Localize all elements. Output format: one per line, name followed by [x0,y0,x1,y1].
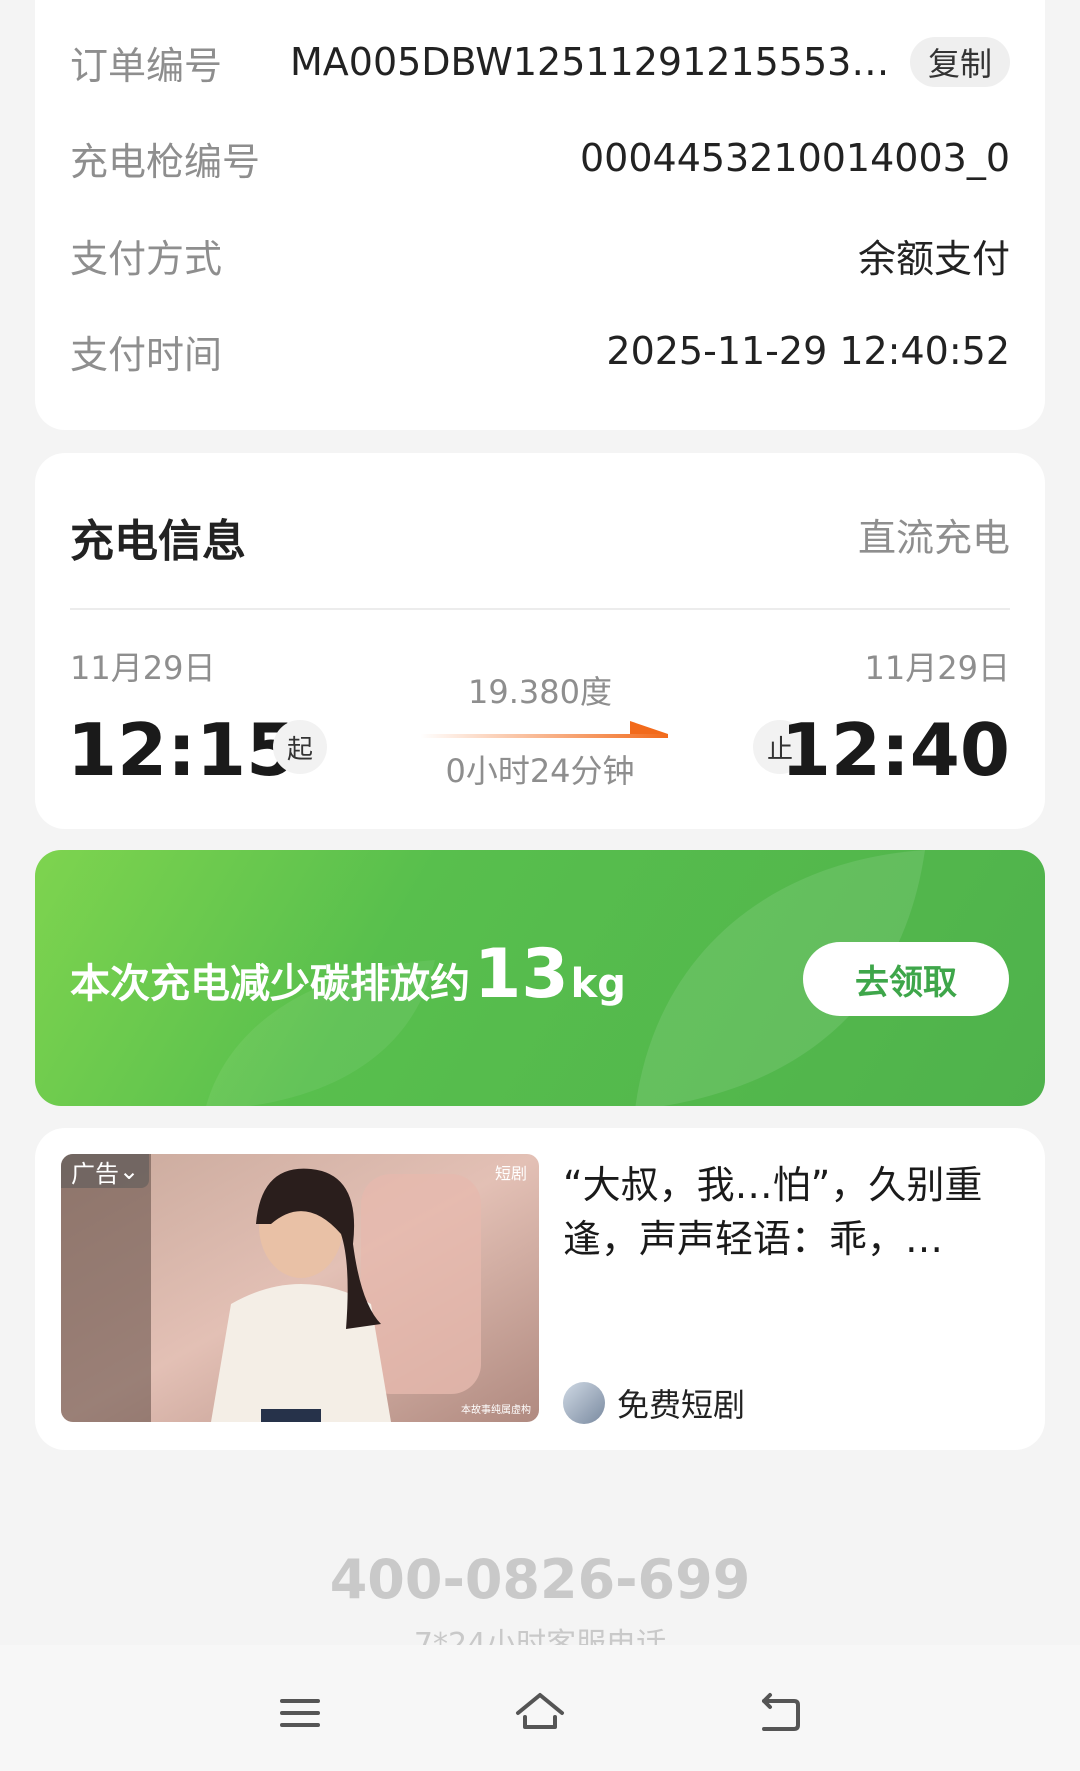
order-number-label: 订单编号 [70,43,223,88]
home-icon[interactable] [510,1683,570,1743]
ad-title[interactable]: “大叔，我…怕”，久别重逢，声声轻语：乖，… [563,1158,1013,1266]
carbon-unit: kg [570,961,626,1007]
end-date: 11月29日 [864,649,1010,687]
chevron-down-icon: ⌄ [119,1157,140,1185]
carbon-reduction-text: 本次充电减少碳排放约 13 kg [70,935,626,1014]
carbon-reduction-banner[interactable]: 本次充电减少碳排放约 13 kg 去领取 [35,850,1045,1106]
order-info-card: 订单编号 MA005DBW1251129121555303… 复制 充电枪编号 … [35,0,1045,430]
system-navigation-bar [0,1645,1080,1771]
hotline-subtitle: 7*24小时客服电话 [413,1627,667,1645]
payment-time-row: 支付时间 2025-11-29 12:40:52 [70,321,1010,381]
avatar [563,1382,605,1424]
claim-button[interactable]: 去领取 [803,942,1009,1016]
order-number-row: 订单编号 MA005DBW1251129121555303… 复制 [70,32,1010,92]
gun-number-value: 0004453210014003_0 [579,136,1010,180]
back-icon[interactable] [750,1683,810,1743]
order-number-value: MA005DBW1251129121555303… [289,40,890,84]
order-detail-page: 订单编号 MA005DBW1251129121555303… 复制 充电枪编号 … [0,0,1080,1771]
divider [70,608,1010,610]
payment-method-row: 支付方式 余额支付 [70,225,1010,285]
ad-label-text: 广告 [71,1159,119,1188]
carbon-text-prefix: 本次充电减少碳排放约 [70,961,470,1007]
payment-method-label: 支付方式 [70,236,223,281]
charge-info-title: 充电信息 [70,516,246,567]
ad-image[interactable]: 广告 ⌄ 短剧 本故事纯属虚构 [61,1154,539,1422]
end-time: 12:40 [780,708,1010,792]
payment-time-value: 2025-11-29 12:40:52 [606,329,1010,373]
ad-source-name: 免费短剧 [617,1386,746,1424]
menu-icon[interactable] [270,1683,330,1743]
arrow-icon [420,721,668,738]
ad-caption: 本故事纯属虚构 [461,1405,531,1416]
copy-button[interactable]: 复制 [909,37,1010,87]
customer-service-hotline[interactable]: 400-0826-699 [0,1548,1080,1611]
charge-info-card: 充电信息 直流充电 11月29日 12:15 起 19.380度 0小时24分钟… [35,453,1045,829]
carbon-amount: 13 [474,935,569,1014]
payment-method-value: 余额支付 [857,236,1010,281]
order-number-group: MA005DBW1251129121555303… 复制 [290,37,1010,87]
gun-number-row: 充电枪编号 0004453210014003_0 [70,128,1010,188]
ad-source[interactable]: 免费短剧 [563,1380,745,1426]
ad-photo [61,1154,539,1422]
charge-type: 直流充电 [857,516,1010,560]
payment-time-label: 支付时间 [70,332,223,377]
ad-card[interactable]: 广告 ⌄ 短剧 本故事纯属虚构 “大叔，我…怕”，久别重逢，声声轻语：乖，… 免费… [35,1128,1045,1450]
ad-label[interactable]: 广告 ⌄ [61,1154,150,1188]
gun-number-label: 充电枪编号 [70,139,261,184]
ad-corner-label: 短剧 [494,1164,527,1183]
